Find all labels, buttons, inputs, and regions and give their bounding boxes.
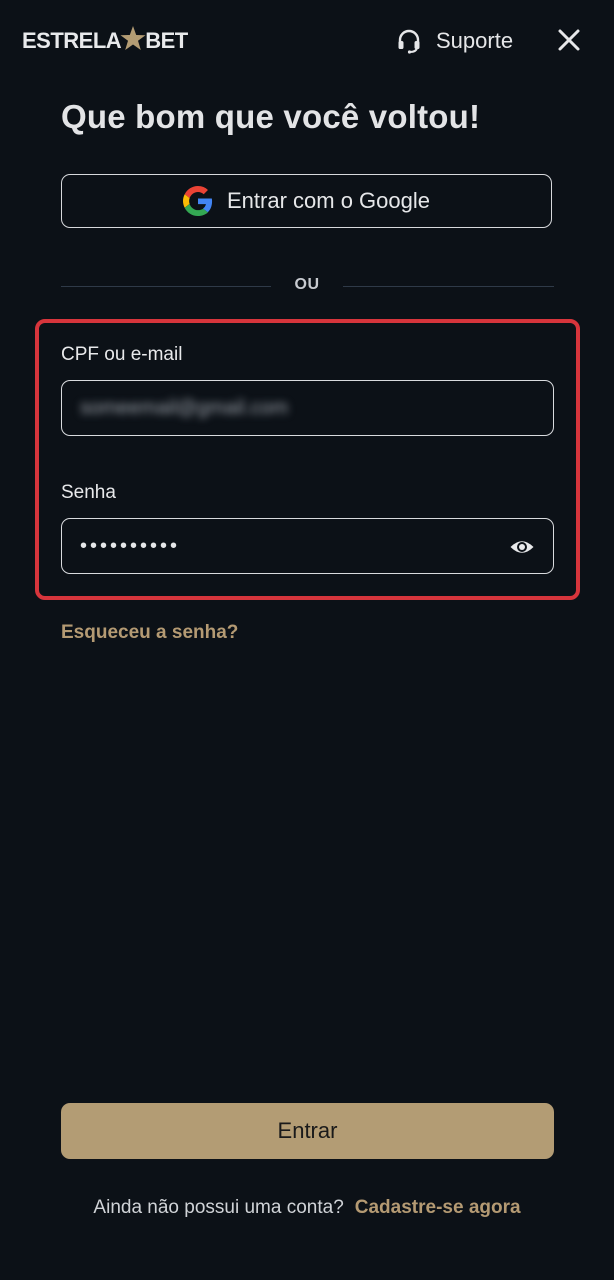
close-icon (558, 29, 580, 51)
google-signin-label: Entrar com o Google (227, 188, 430, 213)
show-password-button[interactable] (509, 534, 535, 560)
login-screen: ESTRELA BET Suporte Que bom que você vol… (0, 0, 614, 1280)
close-button[interactable] (554, 25, 584, 55)
page-title: Que bom que você voltou! (61, 98, 481, 135)
google-signin-button[interactable]: Entrar com o Google (61, 174, 552, 228)
email-field-label: CPF ou e-mail (61, 344, 183, 365)
logo-text-right: BET (145, 28, 188, 53)
email-field-value: someemail@gmail.com (80, 396, 289, 419)
google-icon (183, 186, 213, 216)
submit-button[interactable]: Entrar (61, 1103, 554, 1159)
signup-row: Ainda não possui uma conta? Cadastre-se … (0, 1197, 614, 1219)
brand-logo: ESTRELA BET (22, 24, 188, 58)
header: ESTRELA BET Suporte (0, 0, 614, 82)
signup-prompt: Ainda não possui uma conta? (93, 1197, 344, 1218)
support-label: Suporte (436, 28, 514, 53)
submit-label: Entrar (277, 1118, 338, 1143)
password-field-label: Senha (61, 482, 116, 503)
headset-icon (396, 28, 422, 54)
divider-line-right (343, 286, 554, 287)
logo-text-left: ESTRELA (22, 28, 122, 53)
signup-link[interactable]: Cadastre-se agora (355, 1197, 521, 1219)
email-field[interactable]: someemail@gmail.com (61, 380, 554, 436)
divider-text: OU (294, 276, 320, 293)
divider-line-left (61, 286, 271, 287)
password-field[interactable]: •••••••••• (61, 518, 554, 574)
support-link[interactable]: Suporte (396, 24, 513, 58)
star-icon (120, 25, 146, 51)
forgot-password-link[interactable]: Esqueceu a senha? (61, 622, 238, 644)
password-field-value: •••••••••• (80, 534, 181, 557)
eye-icon (510, 541, 534, 553)
